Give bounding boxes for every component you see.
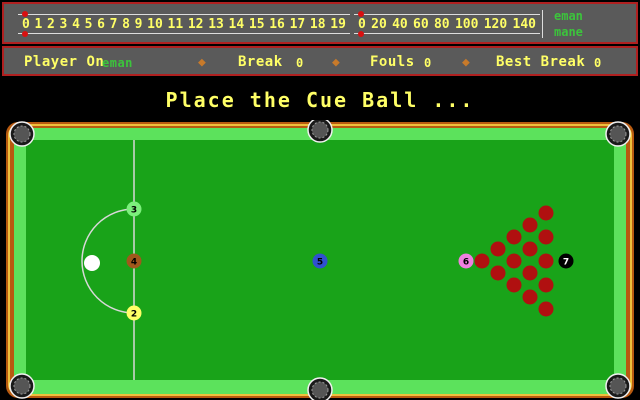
red-ball — [490, 241, 506, 257]
blue-ball: 5 — [312, 253, 328, 269]
red-ball — [474, 253, 490, 269]
pocket — [9, 121, 35, 147]
points-scale-tick: 120 — [483, 17, 508, 32]
table-canvas[interactable]: 3 4 2 5 6 7 — [0, 120, 640, 400]
pocket — [605, 373, 631, 399]
frame-scale-tick: 5 — [84, 17, 93, 32]
red-ball — [538, 301, 554, 317]
frame-scale-tick: 1 — [34, 17, 43, 32]
frame-scale-tick: 8 — [122, 17, 130, 32]
red-ball — [506, 277, 522, 293]
status-panel: Player On eman ◆ Break 0 ◆ Fouls 0 ◆ Bes… — [2, 46, 638, 76]
red-ball — [522, 241, 538, 257]
frame-scale-tick: 10 — [147, 17, 163, 32]
pocket — [9, 373, 35, 399]
red-ball — [490, 265, 506, 281]
red-ball — [506, 229, 522, 245]
separator-diamond: ◆ — [332, 55, 340, 70]
svg-text:4: 4 — [131, 258, 137, 268]
game-message: Place the Cue Ball ... — [165, 88, 475, 112]
frame-scale-tick: 2 — [47, 17, 55, 32]
pink-ball: 6 — [458, 253, 474, 269]
red-ball — [538, 205, 554, 221]
player-on-value: eman — [102, 56, 133, 70]
frame-scale-tick: 13 — [208, 17, 224, 32]
frame-scale-ticks: 0 1 2 3 4 5 6 7 8 9 10 11 12 13 14 15 16 17 18 19 — [18, 18, 350, 32]
svg-text:7: 7 — [563, 258, 569, 268]
frame-scale-tick: 17 — [289, 17, 306, 32]
red-ball — [538, 253, 554, 269]
frame-scale-tick: 14 — [228, 17, 245, 32]
player-names: eman mane — [554, 9, 583, 41]
points-scale-tick: 0 — [358, 17, 366, 32]
green-ball: 3 — [126, 201, 142, 217]
black-ball: 7 — [558, 253, 574, 269]
best-break-label: Best Break — [496, 54, 586, 70]
break-label: Break — [238, 54, 283, 70]
pocket — [307, 120, 333, 143]
frame-scale-tick: 4 — [72, 17, 80, 32]
frame-scale-tick: 6 — [97, 17, 105, 32]
brown-ball: 4 — [126, 253, 142, 269]
red-ball — [538, 229, 554, 245]
score-panel: 0 1 2 3 4 5 6 7 8 9 10 11 12 13 14 15 16 17 18 19 0 20 40 60 80… — [2, 2, 638, 44]
points-scale-tick: 100 — [454, 17, 479, 32]
frame-scale-tick: 7 — [109, 17, 118, 32]
red-ball — [506, 253, 522, 269]
points-scale-tick: 20 — [371, 17, 387, 32]
frame-scale-tick: 18 — [309, 17, 326, 32]
yellow-ball: 2 — [126, 305, 142, 321]
frame-scale-tick: 0 — [22, 17, 30, 32]
player-one-name: eman — [554, 9, 583, 23]
points-score-scale: 0 20 40 60 80 100 120 140 — [354, 10, 540, 38]
points-scale-ticks: 0 20 40 60 80 100 120 140 — [354, 18, 540, 32]
red-ball — [538, 277, 554, 293]
best-break-value: 0 — [594, 56, 602, 70]
svg-text:6: 6 — [463, 258, 469, 268]
snooker-table[interactable]: 3 4 2 5 6 7 — [0, 120, 640, 400]
player-two-name: mane — [554, 25, 583, 39]
svg-text:2: 2 — [131, 310, 137, 320]
red-ball — [522, 289, 538, 305]
frame-scale-tick: 15 — [248, 17, 265, 32]
points-scale-tick: 40 — [392, 17, 408, 32]
points-scale-tick: 140 — [512, 17, 536, 32]
svg-text:3: 3 — [131, 206, 137, 216]
frame-scale-tick: 16 — [269, 17, 285, 32]
frame-scale-tick: 12 — [187, 17, 204, 32]
points-scale-tick: 80 — [433, 17, 450, 32]
fouls-label: Fouls — [370, 54, 415, 70]
pocket — [307, 377, 333, 400]
separator-diamond: ◆ — [462, 55, 470, 70]
separator-diamond: ◆ — [198, 55, 206, 70]
red-ball — [522, 265, 538, 281]
player-on-label: Player On — [24, 54, 105, 70]
cue-ball[interactable] — [84, 255, 100, 271]
break-value: 0 — [296, 56, 304, 70]
frame-score-scale: 0 1 2 3 4 5 6 7 8 9 10 11 12 13 14 15 16 17 18 19 — [18, 10, 350, 38]
frame-scale-tick: 19 — [330, 17, 346, 32]
frame-scale-tick: 9 — [134, 17, 143, 32]
points-scale-tick: 60 — [413, 17, 429, 32]
red-ball — [522, 217, 538, 233]
pocket — [605, 121, 631, 147]
frame-scale-tick: 11 — [167, 17, 184, 32]
fouls-value: 0 — [424, 56, 432, 70]
svg-text:5: 5 — [317, 258, 323, 268]
frame-scale-tick: 3 — [59, 17, 68, 32]
